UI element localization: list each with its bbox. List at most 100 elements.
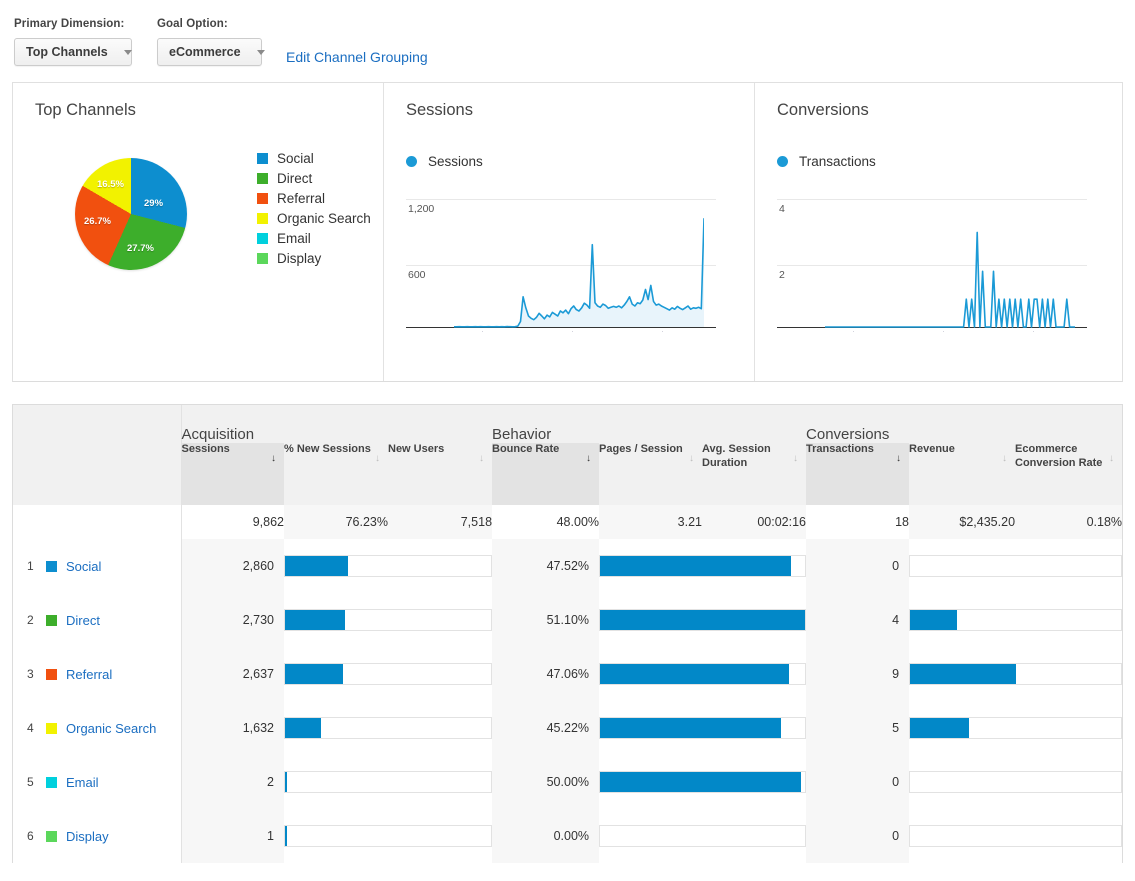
pie-legend-item[interactable]: Referral [257,188,371,208]
goal-option-control: Goal Option: eCommerce [157,18,262,66]
header-pages-session[interactable]: Pages / Session ↓ [599,443,702,505]
table-row[interactable]: 6Display10.00%0 [13,809,1122,863]
pie-legend-item[interactable]: Direct [257,168,371,188]
header-pages-session-label: Pages / Session [599,443,683,455]
pie-legend-item[interactable]: Email [257,228,371,248]
goal-option-label: Goal Option: [157,18,262,30]
row-color-swatch [46,723,57,734]
row-index: 3 [27,667,43,681]
sessions-card: Sessions Sessions 1,200 600 · · · [384,83,755,381]
legend-color-swatch [257,213,268,224]
channel-link[interactable]: Referral [66,667,112,682]
bar-track [284,663,492,685]
table-group-header-row: Acquisition Behavior Conversions [13,405,1122,443]
group-conversions: Conversions [806,405,1122,443]
conversions-legend: Transactions [777,154,1122,169]
conversions-ytick-top: 4 [779,203,785,215]
channel-link[interactable]: Display [66,829,109,844]
pie-legend-item[interactable]: Display [257,248,371,268]
cell-sessions: 2,637 [181,647,284,701]
table-row[interactable]: 3Referral2,63747.06%9 [13,647,1122,701]
conversions-sparkline[interactable]: 4 2 · · · [777,179,1087,327]
table-row[interactable]: 4Organic Search1,63245.22%5 [13,701,1122,755]
goal-option-dropdown[interactable]: eCommerce [157,38,262,66]
table-row[interactable]: 1Social2,86047.52%0 [13,539,1122,593]
sessions-series-label: Sessions [428,154,483,169]
header-transactions-label: Transactions [806,443,874,455]
row-index: 1 [27,559,43,573]
header-new-users[interactable]: New Users ↓ [388,443,492,505]
row-color-swatch [46,615,57,626]
series-dot-icon [406,156,417,167]
cell-bounce-rate-bar [599,593,806,647]
pie-slice-label-direct: 27.7% [127,243,154,254]
bar-fill [600,664,789,684]
primary-dimension-label: Primary Dimension: [14,18,132,30]
header-sessions[interactable]: Sessions ↓ [181,443,284,505]
sort-icon: ↓ [586,453,591,466]
sparkline-path [825,232,1075,327]
control-bar: Primary Dimension: Top Channels Goal Opt… [0,0,1135,82]
bar-track [909,663,1122,685]
cell-bounce-rate: 47.06% [492,647,599,701]
top-channels-title: Top Channels [35,101,383,120]
bar-track [909,555,1122,577]
cell-sessions: 1 [181,809,284,863]
conversions-chart-svg [825,179,1075,328]
legend-color-swatch [257,233,268,244]
table-row[interactable]: 5Email250.00%0 [13,755,1122,809]
table-row[interactable]: 2Direct2,73051.10%4 [13,593,1122,647]
header-pct-new-sessions[interactable]: % New Sessions ↓ [284,443,388,505]
top-channels-pie-chart[interactable]: 29% 27.7% 26.7% 16.5% [75,158,187,270]
legend-label: Email [277,231,311,246]
channel-link[interactable]: Organic Search [66,721,156,736]
row-color-swatch [46,831,57,842]
header-revenue[interactable]: Revenue ↓ [909,443,1015,505]
goal-option-value: eCommerce [169,45,241,59]
pie-legend-item[interactable]: Social [257,148,371,168]
bar-track [599,663,806,685]
sort-icon: ↓ [479,453,484,466]
header-avg-session-duration[interactable]: Avg. Session Duration ↓ [702,443,806,505]
bar-track [599,609,806,631]
bar-track [599,555,806,577]
header-new-users-label: New Users [388,443,444,455]
channel-link[interactable]: Social [66,559,101,574]
table-totals-row: 9,862 76.23% 7,518 48.00% 3.21 00:02:16 … [13,505,1122,539]
primary-dimension-dropdown[interactable]: Top Channels [14,38,132,66]
cell-transactions-bar [909,755,1122,809]
cell-pct-new-sessions [284,647,492,701]
bar-fill [600,772,800,792]
edit-channel-grouping-link[interactable]: Edit Channel Grouping [286,49,428,65]
row-index: 6 [27,829,43,843]
bar-track [599,771,806,793]
channel-link[interactable]: Email [66,775,99,790]
pie-legend-item[interactable]: Organic Search [257,208,371,228]
sessions-ytick-mid: 600 [408,269,426,281]
cell-sessions: 2 [181,755,284,809]
channel-link[interactable]: Direct [66,613,100,628]
legend-label: Referral [277,191,325,206]
bar-fill [600,718,781,738]
row-index: 4 [27,721,43,735]
conversions-card: Conversions Transactions 4 2 · · · [755,83,1122,381]
bar-track [909,609,1122,631]
totals-revenue: $2,435.20 [909,505,1015,539]
bar-track [284,825,492,847]
totals-pct-new-sessions: 76.23% [284,505,388,539]
cell-bounce-rate: 50.00% [492,755,599,809]
header-sessions-label: Sessions [182,443,230,455]
top-channels-card: Top Channels 29% 27.7% 26.7% 16.5% Socia… [13,83,384,381]
cell-sessions: 2,730 [181,593,284,647]
sessions-ytick-top: 1,200 [408,203,434,215]
sort-icon: ↓ [689,453,694,466]
cell-sessions: 2,860 [181,539,284,593]
header-dimension [13,443,181,505]
pie-legend: SocialDirect Referral Organic Search Email D… [257,148,371,268]
header-bounce-rate[interactable]: Bounce Rate ↓ [492,443,599,505]
totals-avg-session-duration: 00:02:16 [702,505,806,539]
header-ecommerce-conversion-rate[interactable]: Ecommerce Conversion Rate ↓ [1015,443,1122,505]
header-transactions[interactable]: Transactions ↓ [806,443,909,505]
sessions-sparkline[interactable]: 1,200 600 · · · [406,179,716,327]
pie-chart-area: 29% 27.7% 26.7% 16.5% SocialDirect Referr… [35,148,383,328]
